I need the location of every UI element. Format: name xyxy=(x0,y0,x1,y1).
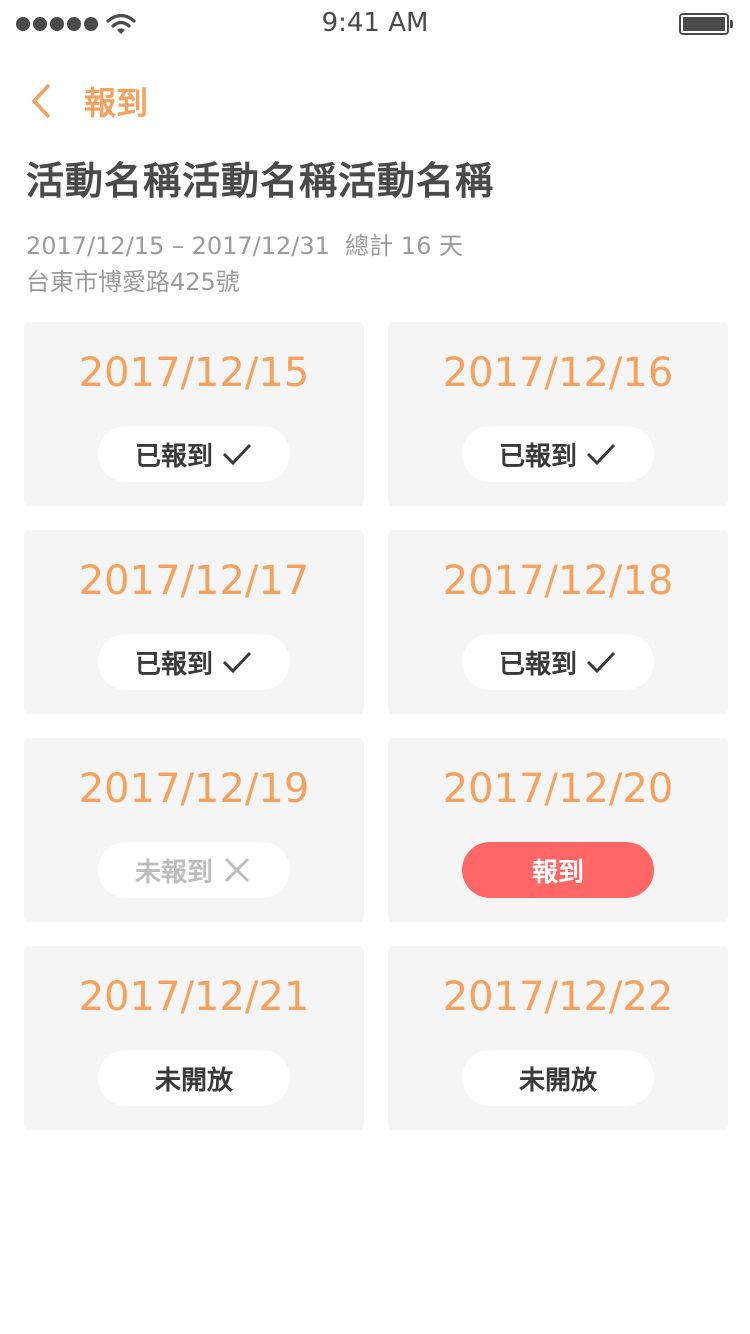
checked-in-badge: 已報到 xyxy=(98,634,290,690)
event-address: 台東市博愛路425號 xyxy=(26,268,240,296)
checkin-day-grid: 2017/12/15 已報到 2017/12/16 已報到 2017/12/17… xyxy=(24,322,728,1130)
day-status-label: 已報到 xyxy=(134,649,213,680)
day-status-label: 已報到 xyxy=(498,649,577,680)
day-date: 2017/12/18 xyxy=(442,558,674,604)
status-bar: 9:41 AM xyxy=(0,0,750,48)
event-title: 活動名稱活動名稱活動名稱 xyxy=(26,159,495,203)
nav-bar: 報到 xyxy=(0,76,750,126)
day-date: 2017/12/15 xyxy=(78,350,310,396)
day-status-label: 未報到 xyxy=(134,857,213,888)
check-icon xyxy=(222,443,252,466)
check-icon xyxy=(586,443,616,466)
event-date-range: 2017/12/15 – 2017/12/31 總計 16 天 xyxy=(26,232,463,260)
not-open-badge: 未開放 xyxy=(98,1050,290,1106)
day-card: 2017/12/16 已報到 xyxy=(388,322,728,506)
x-icon xyxy=(224,857,250,883)
checkin-button[interactable]: 報到 xyxy=(462,842,654,898)
back-button[interactable]: 報到 xyxy=(26,76,148,126)
check-icon xyxy=(222,651,252,674)
day-card: 2017/12/19 未報到 xyxy=(24,738,364,922)
nav-title: 報到 xyxy=(84,84,149,122)
checked-in-badge: 已報到 xyxy=(98,426,290,482)
checked-in-badge: 已報到 xyxy=(462,634,654,690)
missed-checkin-badge: 未報到 xyxy=(98,842,290,898)
checked-in-badge: 已報到 xyxy=(462,426,654,482)
day-status-label: 已報到 xyxy=(498,441,577,472)
day-date: 2017/12/21 xyxy=(78,974,310,1020)
chevron-left-icon xyxy=(32,84,50,118)
battery-icon xyxy=(679,13,733,35)
day-date: 2017/12/16 xyxy=(442,350,674,396)
day-card: 2017/12/17 已報到 xyxy=(24,530,364,714)
status-time: 9:41 AM xyxy=(321,8,429,38)
day-date: 2017/12/17 xyxy=(78,558,310,604)
day-card: 2017/12/22 未開放 xyxy=(388,946,728,1130)
check-icon xyxy=(586,651,616,674)
day-date: 2017/12/19 xyxy=(78,766,310,812)
day-card: 2017/12/18 已報到 xyxy=(388,530,728,714)
day-card: 2017/12/15 已報到 xyxy=(24,322,364,506)
day-status-label: 已報到 xyxy=(134,441,213,472)
day-date: 2017/12/20 xyxy=(442,766,674,812)
day-card: 2017/12/21 未開放 xyxy=(24,946,364,1130)
not-open-badge: 未開放 xyxy=(462,1050,654,1106)
event-meta: 2017/12/15 – 2017/12/31 總計 16 天 台東市博愛路42… xyxy=(26,228,463,300)
day-card: 2017/12/20 報到 xyxy=(388,738,728,922)
day-date: 2017/12/22 xyxy=(442,974,674,1020)
